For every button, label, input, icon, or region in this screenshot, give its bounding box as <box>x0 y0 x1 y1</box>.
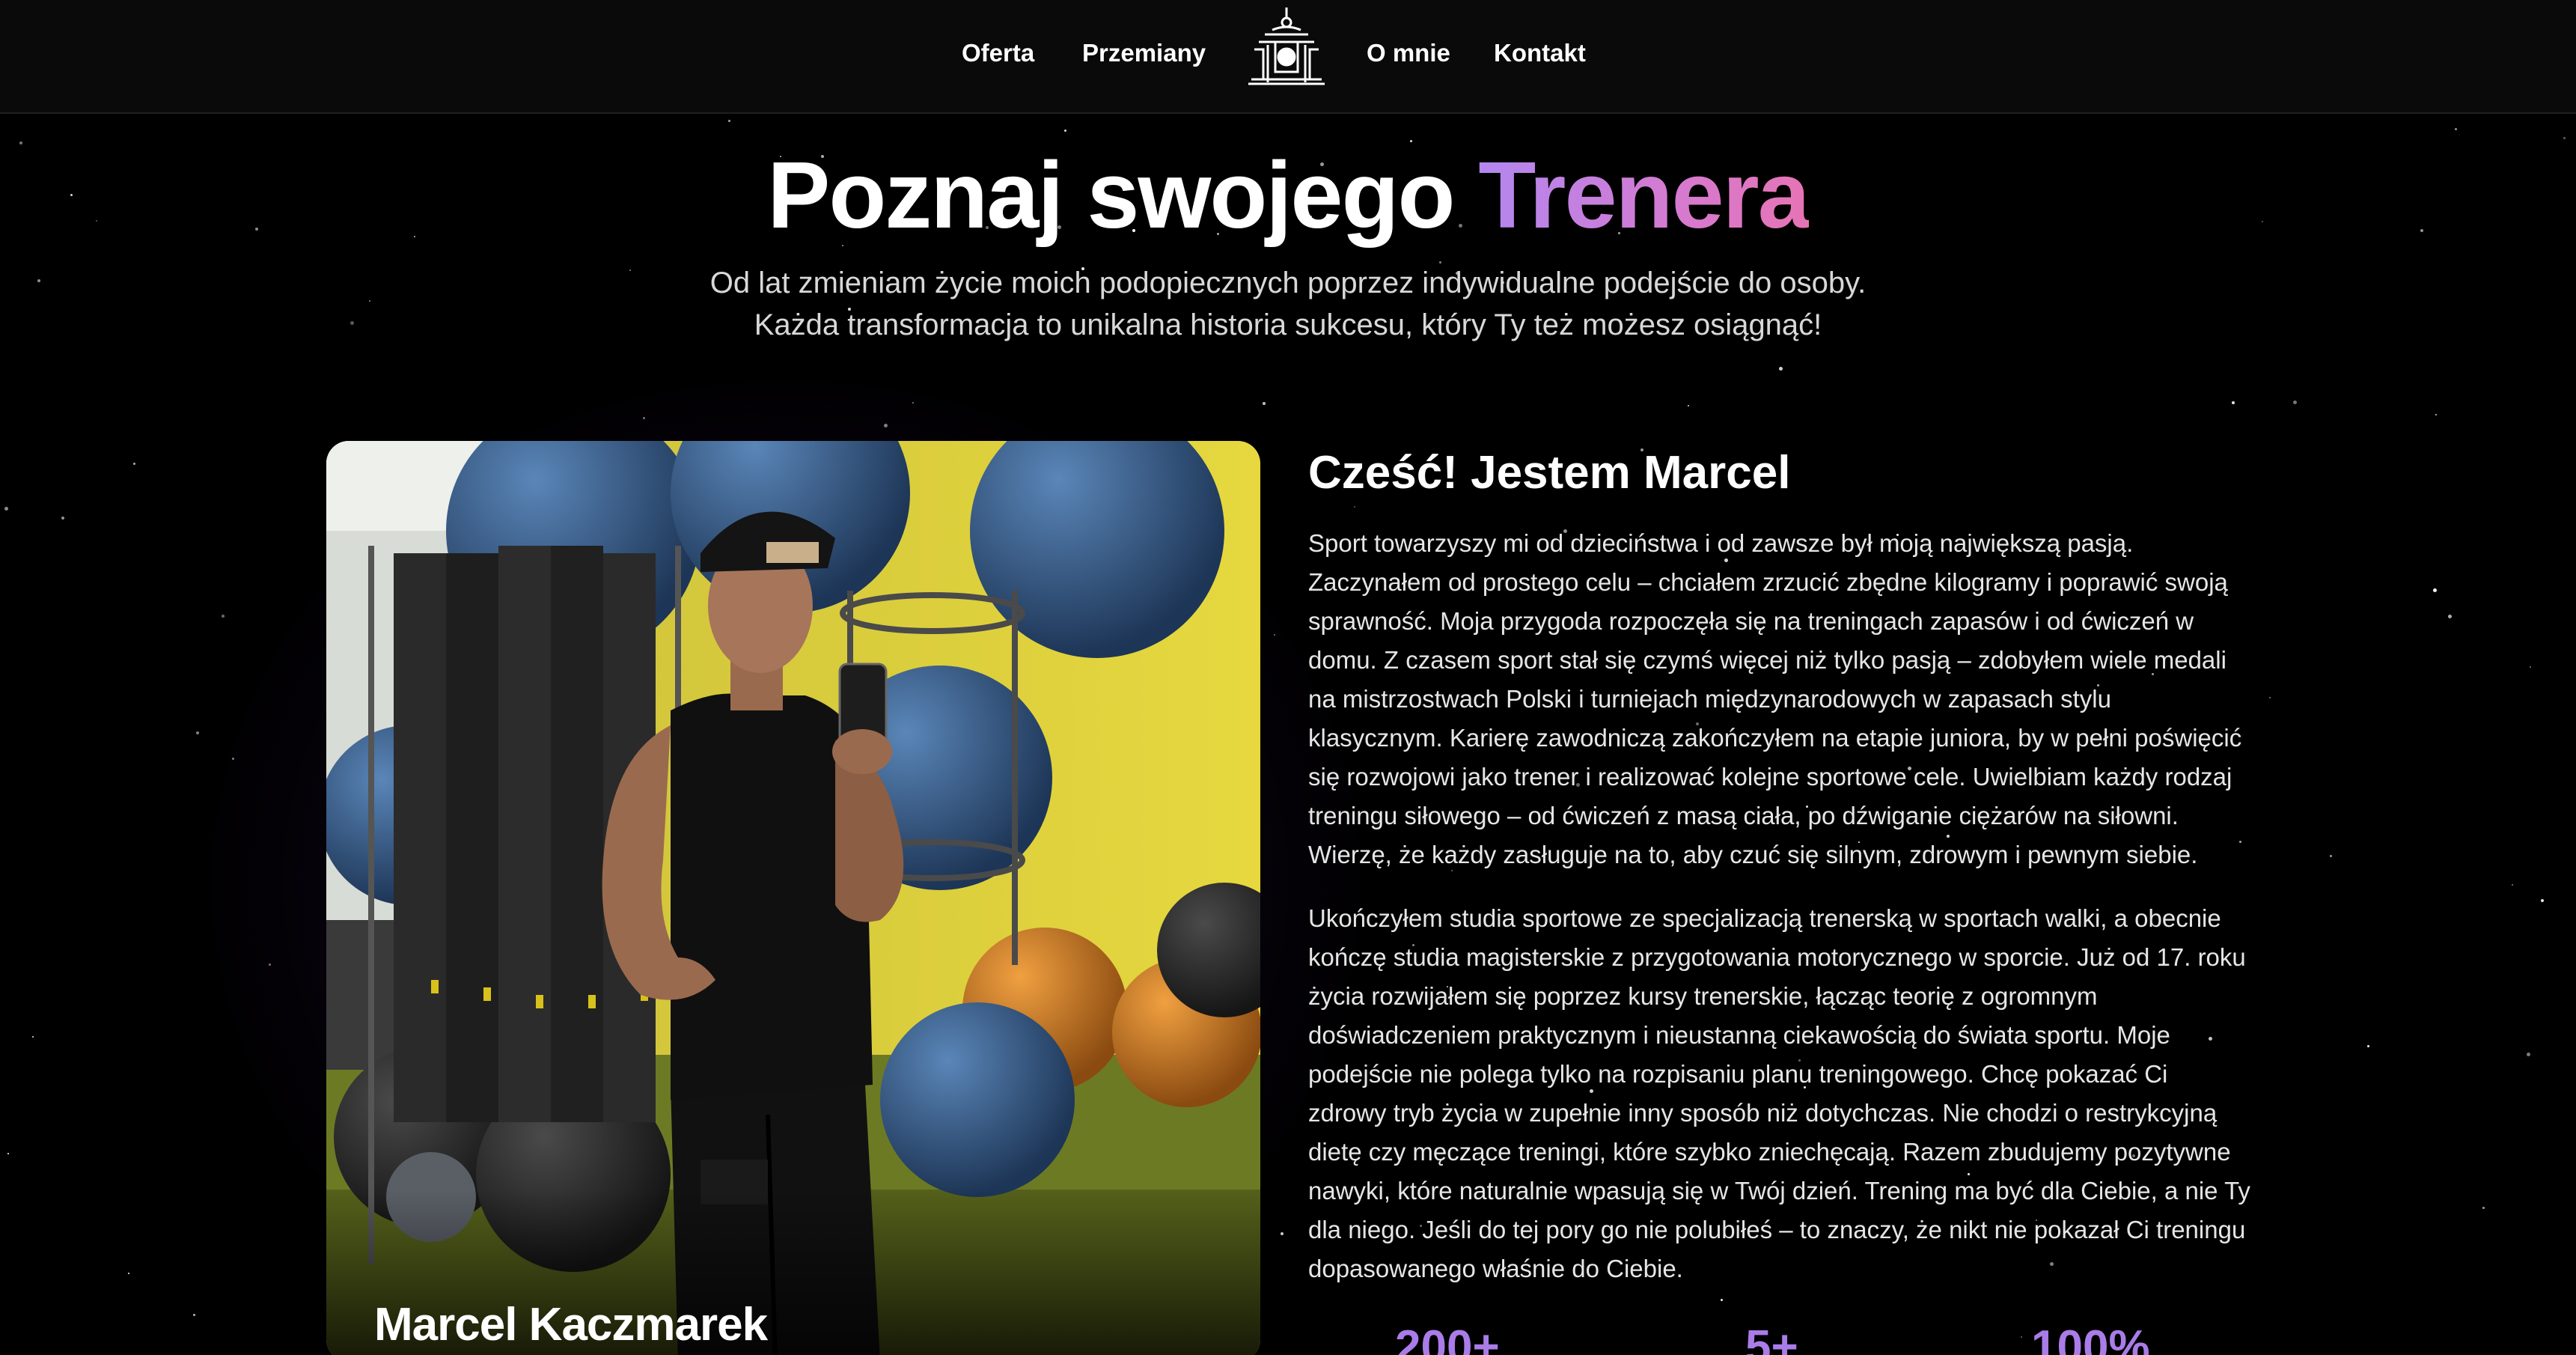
about-heading: Cześć! Jestem Marcel <box>1308 447 1791 499</box>
subtitle-line-1: Od lat zmieniam życie moich podopiecznyc… <box>709 267 1867 299</box>
about-paragraph-2: Ukończyłem studia sportowe ze specjaliza… <box>1308 904 2250 1282</box>
star-dot <box>2435 414 2437 415</box>
trainer-name: Marcel Kaczmarek <box>374 1299 768 1351</box>
trainer-photo: Marcel Kaczmarek <box>326 441 1260 1355</box>
star-dot <box>1064 130 1066 132</box>
star-dot <box>2512 884 2513 886</box>
star-dot <box>2367 1045 2369 1047</box>
star-dot <box>232 758 234 760</box>
nav-link-o-mnie[interactable]: O mnie <box>1367 39 1450 67</box>
star-dot <box>2330 855 2332 857</box>
star-dot <box>222 615 225 618</box>
star-dot <box>2530 666 2531 668</box>
star-dot <box>1721 1299 1723 1301</box>
nav-link-przemiany[interactable]: Przemiany <box>1082 39 1206 67</box>
nav-link-kontakt[interactable]: Kontakt <box>1494 39 1586 67</box>
star-dot <box>2232 401 2235 404</box>
stat-value: 100% <box>2031 1321 2150 1355</box>
top-navigation: Oferta Przemiany O mnie Kontakt <box>0 0 2576 114</box>
star-dot <box>4 507 8 511</box>
star-dot <box>912 402 914 404</box>
star-dot <box>2455 128 2457 130</box>
star-dot <box>128 1273 129 1274</box>
star-dot <box>193 1314 195 1316</box>
star-dot <box>2541 899 2544 902</box>
star-dot <box>32 1036 34 1038</box>
star-dot <box>133 463 135 465</box>
title-main: Poznaj swojego <box>767 142 1479 248</box>
hero-subtitle: Od lat zmieniam życie moich podopiecznyc… <box>0 262 2576 346</box>
stat-value: 200+ <box>1395 1321 1500 1355</box>
star-dot <box>61 517 64 520</box>
star-dot <box>1779 367 1783 371</box>
stat-value: 5+ <box>1745 1321 1798 1355</box>
star-dot <box>1688 405 1689 406</box>
star-dot <box>2482 1207 2485 1209</box>
star-dot <box>1263 402 1266 405</box>
title-accent: Trenera <box>1478 142 1810 248</box>
stats-row: 200+ 5+ 100% <box>1308 1318 2251 1355</box>
page-title: Poznaj swojego Trenera <box>0 139 2576 252</box>
star-dot <box>196 731 199 734</box>
star-dot <box>2293 401 2297 404</box>
subtitle-line-2: Każda transformacja to unikalna historia… <box>754 308 1822 341</box>
star-dot <box>643 417 645 419</box>
star-dot <box>2448 615 2452 618</box>
star-dot <box>728 120 730 122</box>
star-dot <box>884 424 888 427</box>
star-dot <box>2527 1053 2530 1056</box>
logo-icon[interactable] <box>1242 4 1331 88</box>
star-dot <box>1354 506 1355 508</box>
star-dot <box>2269 697 2271 698</box>
nav-link-oferta[interactable]: Oferta <box>962 39 1034 67</box>
about-paragraph-1: Sport towarzyszy mi od dzieciństwa i od … <box>1308 529 2242 868</box>
star-dot <box>1274 634 1275 636</box>
star-dot <box>269 963 271 966</box>
star-dot <box>7 1153 9 1154</box>
star-dot <box>1281 1232 1284 1235</box>
star-dot <box>2433 588 2437 592</box>
gym-photo-illustration <box>326 441 1260 1355</box>
